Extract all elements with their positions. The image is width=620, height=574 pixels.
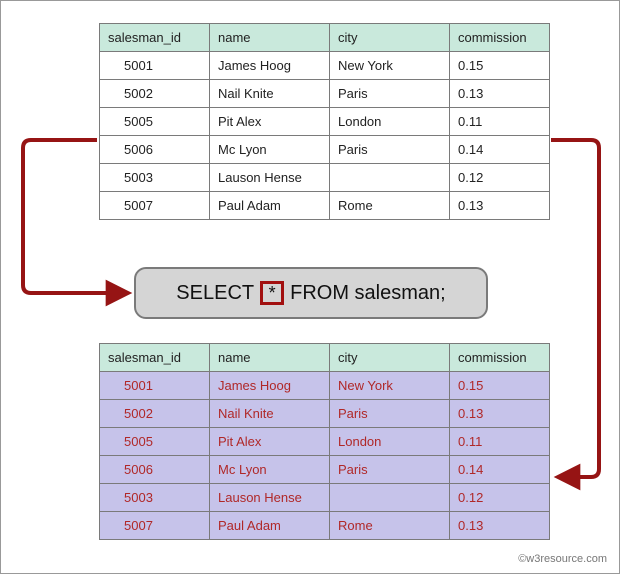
- arrow-source-to-result: [551, 140, 599, 477]
- table-row: 5002 Nail Knite Paris 0.13: [100, 80, 550, 108]
- cell-name: Paul Adam: [210, 512, 330, 540]
- table-header-row: salesman_id name city commission: [100, 24, 550, 52]
- table-row: 5001 James Hoog New York 0.15: [100, 52, 550, 80]
- cell-salesman-id: 5002: [100, 400, 210, 428]
- cell-name: James Hoog: [210, 372, 330, 400]
- cell-name: Mc Lyon: [210, 456, 330, 484]
- cell-city: Paris: [330, 400, 450, 428]
- query-star-highlight: *: [260, 281, 284, 305]
- cell-name: Pit Alex: [210, 428, 330, 456]
- source-table: salesman_id name city commission 5001 Ja…: [99, 23, 550, 220]
- attribution-text: ©w3resource.com: [518, 553, 607, 565]
- cell-commission: 0.12: [450, 484, 550, 512]
- th-name: name: [210, 344, 330, 372]
- cell-city: Paris: [330, 136, 450, 164]
- cell-name: Pit Alex: [210, 108, 330, 136]
- table-row: 5005 Pit Alex London 0.11: [100, 108, 550, 136]
- th-city: city: [330, 344, 450, 372]
- cell-commission: 0.15: [450, 52, 550, 80]
- cell-salesman-id: 5007: [100, 512, 210, 540]
- cell-commission: 0.13: [450, 400, 550, 428]
- cell-name: Nail Knite: [210, 80, 330, 108]
- cell-salesman-id: 5003: [100, 164, 210, 192]
- cell-city: London: [330, 108, 450, 136]
- cell-city: Paris: [330, 80, 450, 108]
- cell-salesman-id: 5002: [100, 80, 210, 108]
- table-row: 5006 Mc Lyon Paris 0.14: [100, 456, 550, 484]
- cell-commission: 0.13: [450, 512, 550, 540]
- cell-commission: 0.14: [450, 456, 550, 484]
- cell-name: Nail Knite: [210, 400, 330, 428]
- th-commission: commission: [450, 24, 550, 52]
- table-row: 5003 Lauson Hense 0.12: [100, 484, 550, 512]
- th-salesman-id: salesman_id: [100, 24, 210, 52]
- diagram-canvas: salesman_id name city commission 5001 Ja…: [0, 0, 620, 574]
- th-name: name: [210, 24, 330, 52]
- cell-city: [330, 484, 450, 512]
- sql-query-box: SELECT * FROM salesman;: [134, 267, 488, 319]
- cell-city: Rome: [330, 512, 450, 540]
- cell-salesman-id: 5006: [100, 136, 210, 164]
- th-commission: commission: [450, 344, 550, 372]
- table-row: 5007 Paul Adam Rome 0.13: [100, 512, 550, 540]
- table-header-row: salesman_id name city commission: [100, 344, 550, 372]
- cell-salesman-id: 5007: [100, 192, 210, 220]
- cell-city: New York: [330, 52, 450, 80]
- cell-commission: 0.11: [450, 428, 550, 456]
- cell-city: New York: [330, 372, 450, 400]
- table-row: 5003 Lauson Hense 0.12: [100, 164, 550, 192]
- cell-commission: 0.15: [450, 372, 550, 400]
- cell-salesman-id: 5006: [100, 456, 210, 484]
- cell-commission: 0.12: [450, 164, 550, 192]
- table-row: 5001 James Hoog New York 0.15: [100, 372, 550, 400]
- table-row: 5005 Pit Alex London 0.11: [100, 428, 550, 456]
- cell-city: Rome: [330, 192, 450, 220]
- cell-city: [330, 164, 450, 192]
- cell-commission: 0.13: [450, 80, 550, 108]
- cell-salesman-id: 5005: [100, 428, 210, 456]
- cell-name: Lauson Hense: [210, 484, 330, 512]
- cell-salesman-id: 5005: [100, 108, 210, 136]
- cell-city: Paris: [330, 456, 450, 484]
- cell-salesman-id: 5003: [100, 484, 210, 512]
- table-row: 5002 Nail Knite Paris 0.13: [100, 400, 550, 428]
- cell-city: London: [330, 428, 450, 456]
- result-table: salesman_id name city commission 5001 Ja…: [99, 343, 550, 540]
- cell-salesman-id: 5001: [100, 372, 210, 400]
- table-row: 5006 Mc Lyon Paris 0.14: [100, 136, 550, 164]
- th-city: city: [330, 24, 450, 52]
- cell-salesman-id: 5001: [100, 52, 210, 80]
- cell-name: Mc Lyon: [210, 136, 330, 164]
- query-select: SELECT: [176, 282, 254, 305]
- query-from-clause: FROM salesman;: [290, 282, 446, 305]
- cell-name: James Hoog: [210, 52, 330, 80]
- cell-commission: 0.13: [450, 192, 550, 220]
- cell-name: Paul Adam: [210, 192, 330, 220]
- cell-commission: 0.11: [450, 108, 550, 136]
- th-salesman-id: salesman_id: [100, 344, 210, 372]
- table-row: 5007 Paul Adam Rome 0.13: [100, 192, 550, 220]
- cell-commission: 0.14: [450, 136, 550, 164]
- cell-name: Lauson Hense: [210, 164, 330, 192]
